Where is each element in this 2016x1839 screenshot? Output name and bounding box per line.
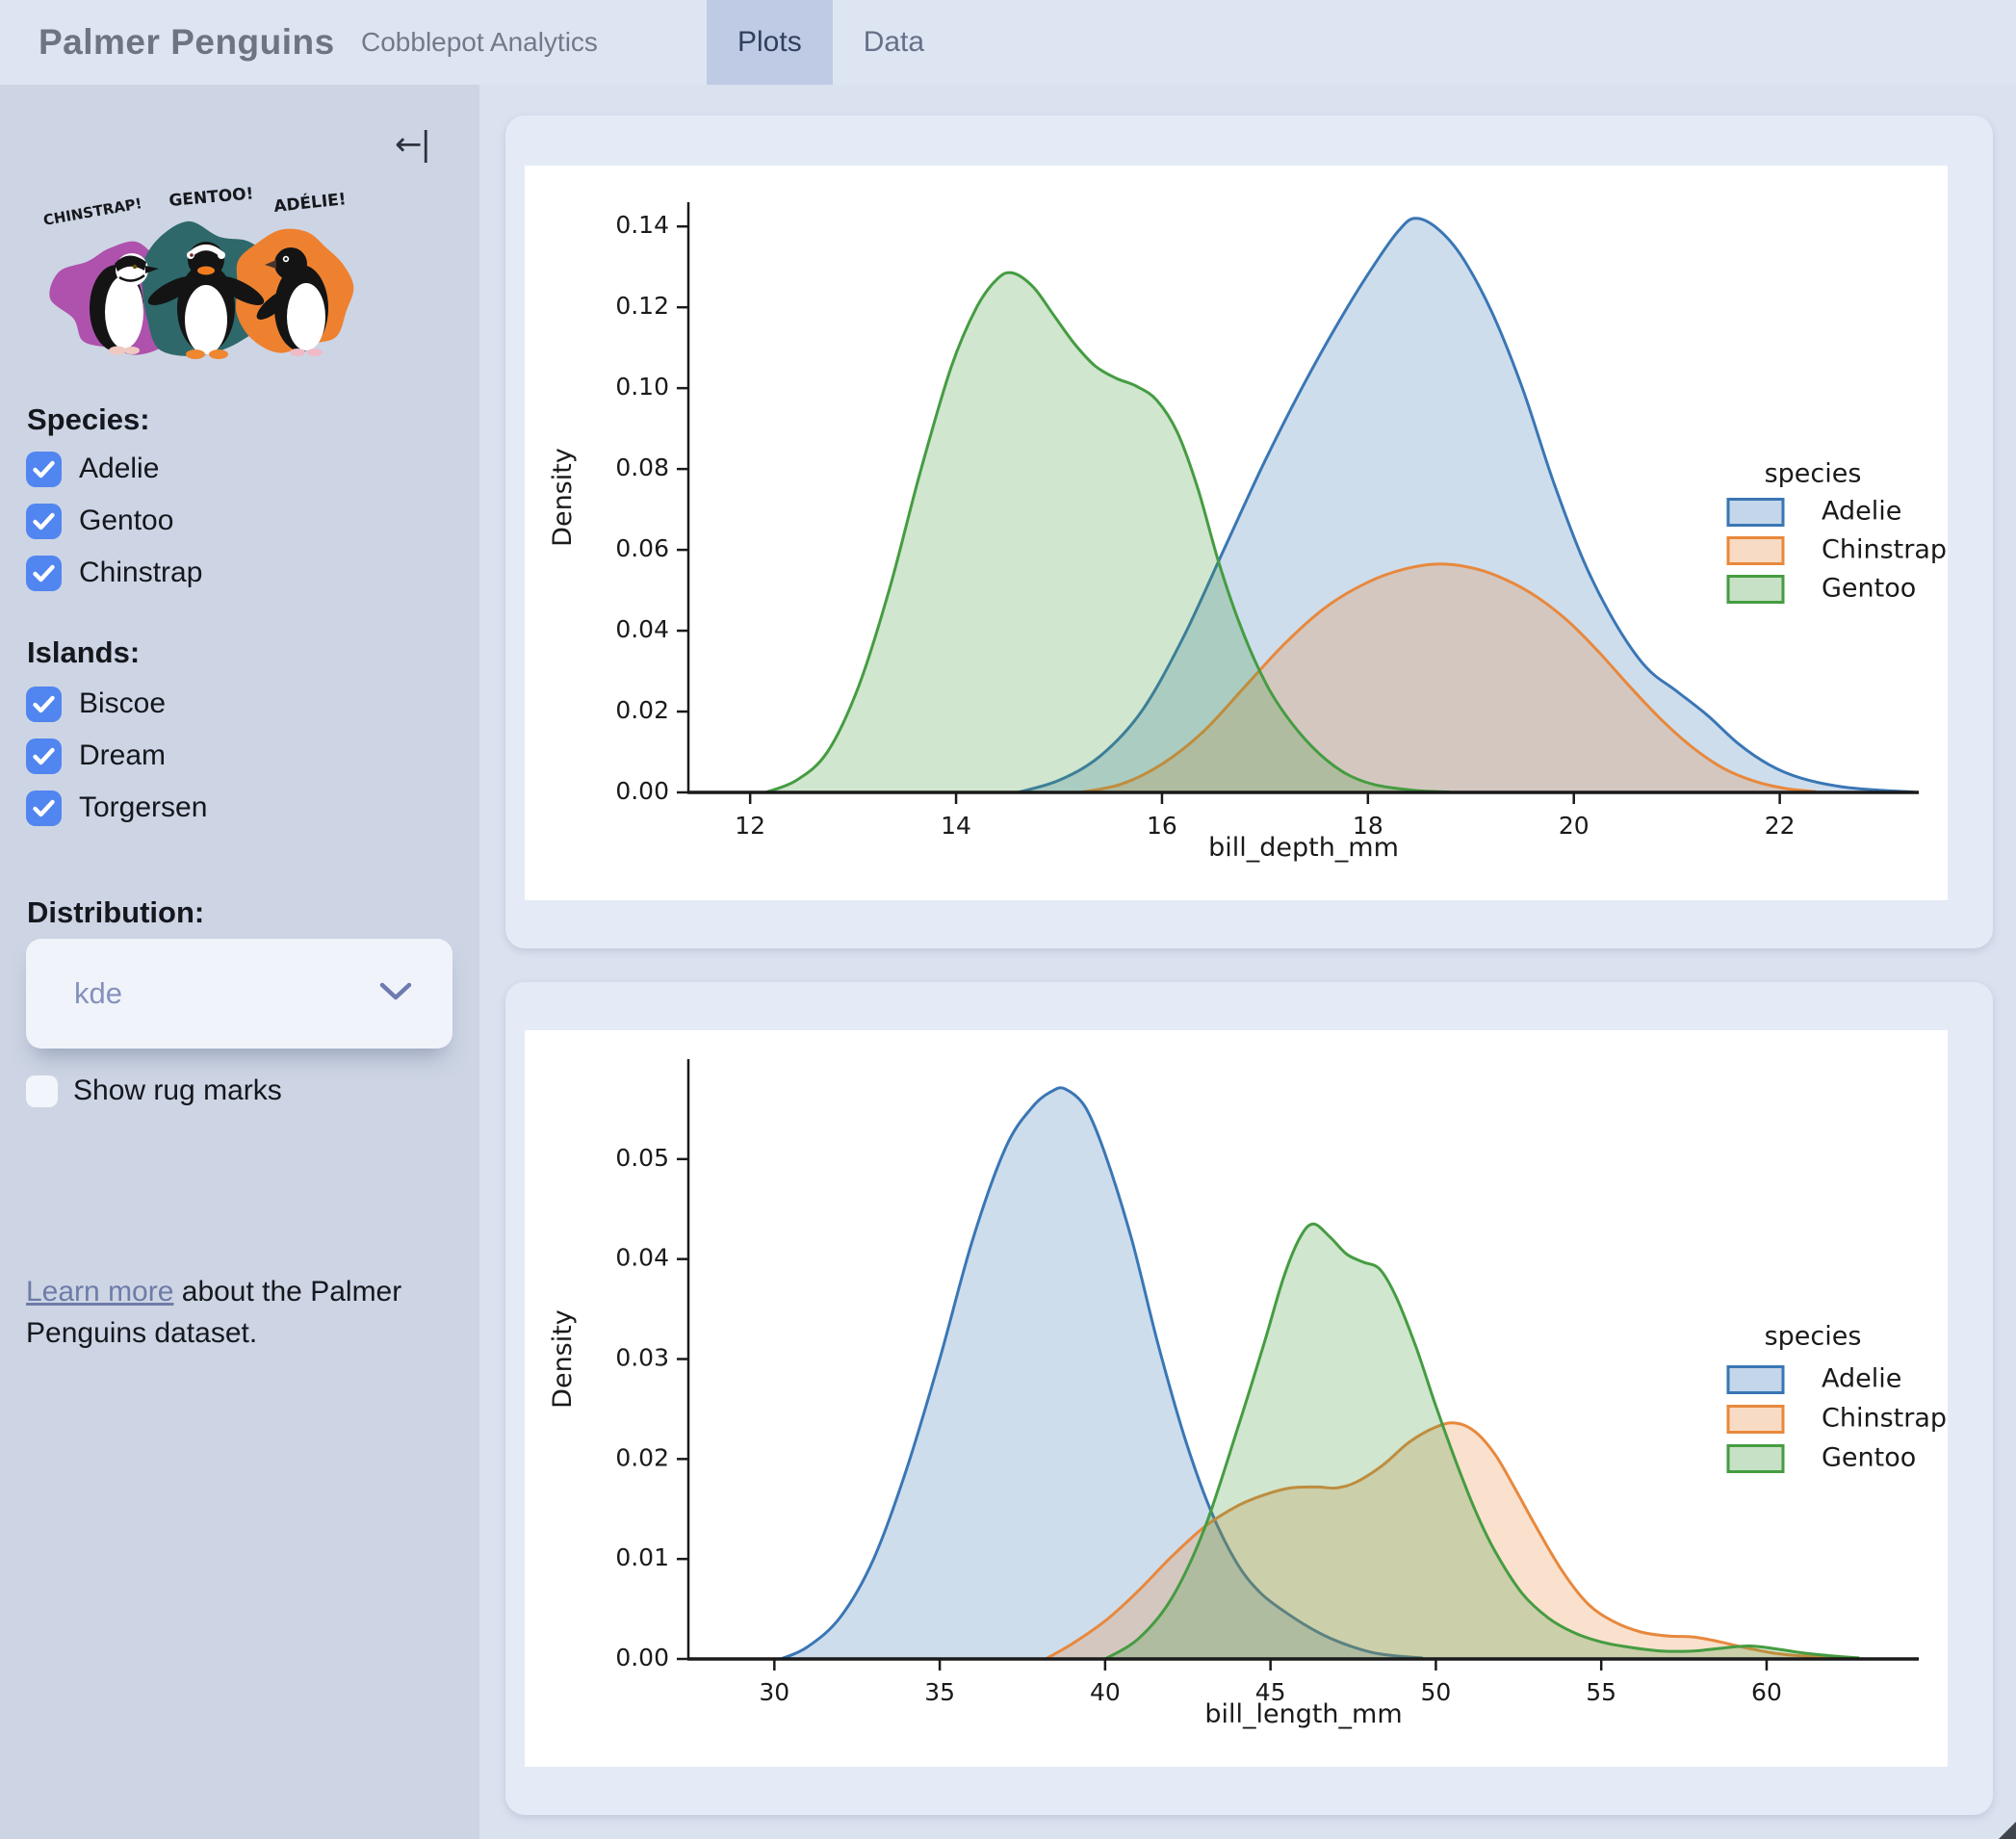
learn-more-link[interactable]: Learn more	[26, 1276, 173, 1308]
distribution-select[interactable]: kde	[26, 939, 452, 1049]
sidebar: ←| CHINSTRAP! GENTOO! ADÉLIE! Species: A…	[0, 85, 479, 1839]
islands-checkbox-biscoe[interactable]: Biscoe	[26, 678, 450, 730]
species-checkbox-chinstrap[interactable]: Chinstrap	[26, 547, 450, 599]
legend-label-gentoo: Gentoo	[1822, 574, 1916, 604]
nav-tabs: Plots Data	[707, 0, 955, 85]
app-header: Palmer Penguins Cobblepot Analytics Plot…	[0, 0, 2016, 85]
sidebar-collapse-icon[interactable]: ←|	[395, 125, 431, 164]
checkbox-checked-icon[interactable]	[26, 686, 62, 722]
y-tick-label: 0.04	[615, 615, 669, 643]
checkbox-label: Dream	[79, 739, 167, 771]
penguins-artwork: CHINSTRAP! GENTOO! ADÉLIE!	[42, 184, 354, 359]
svg-text:ADÉLIE!: ADÉLIE!	[272, 188, 347, 217]
y-tick-label: 0.05	[615, 1144, 669, 1172]
distribution-section-label: Distribution:	[27, 895, 205, 929]
y-tick-label: 0.02	[615, 696, 669, 724]
x-tick-label: 55	[1586, 1678, 1616, 1706]
legend-swatch-chinstrap	[1726, 1405, 1785, 1434]
x-tick-label: 50	[1421, 1678, 1452, 1706]
rug-marks-checkbox[interactable]	[26, 1075, 58, 1107]
x-tick-label: 30	[759, 1678, 789, 1706]
x-axis-label: bill_length_mm	[1204, 1699, 1402, 1729]
y-tick-label: 0.00	[615, 1644, 669, 1671]
kde-bill-depth-svg: 12 14 16 18 20 220.000.020.040.060.080.100.12…	[548, 202, 1947, 863]
x-tick-label: 35	[924, 1678, 955, 1706]
checkbox-checked-icon[interactable]	[26, 503, 62, 539]
kde-plot-bill-length: 30 35 40 45 50 55 60 0.00 0.01 0.02 0.03 0.04 0.05 bi…	[525, 1030, 1948, 1767]
species-section-label: Species:	[27, 402, 150, 436]
legend-label-adelie: Adelie	[1822, 1364, 1901, 1394]
checkbox-checked-icon[interactable]	[26, 451, 62, 487]
y-axis-label: Density	[548, 1309, 578, 1409]
species-checkbox-group: Adelie Gentoo Chinstrap	[26, 443, 450, 599]
species-checkbox-gentoo[interactable]: Gentoo	[26, 495, 450, 547]
checkbox-label: Chinstrap	[79, 557, 203, 588]
x-tick-label: 40	[1090, 1678, 1121, 1706]
islands-section-label: Islands:	[27, 635, 141, 669]
legend-label-adelie: Adelie	[1822, 497, 1901, 527]
y-tick-label: 0.14	[615, 211, 669, 239]
species-checkbox-adelie[interactable]: Adelie	[26, 443, 450, 495]
y-tick-label: 0.04	[615, 1244, 669, 1272]
svg-text:GENTOO!: GENTOO!	[168, 184, 254, 211]
y-tick-label: 0.10	[615, 373, 669, 401]
palmer-penguins-app: { "header": { "title": "Palmer Penguins"…	[0, 0, 2016, 1839]
x-tick-label: 16	[1147, 812, 1177, 840]
y-tick-label: 0.00	[615, 777, 669, 805]
chevron-down-icon	[379, 982, 412, 1000]
islands-checkbox-dream[interactable]: Dream	[26, 730, 450, 782]
kde-bill-length-svg: 30 35 40 45 50 55 600.000.010.020.030.040.05bi…	[548, 1059, 1947, 1729]
svg-text:CHINSTRAP!: CHINSTRAP!	[42, 194, 143, 229]
legend-label-chinstrap: Chinstrap	[1822, 1404, 1947, 1434]
islands-checkbox-group: Biscoe Dream Torgersen	[26, 678, 450, 834]
legend-title: species	[1765, 459, 1862, 489]
legend-swatch-gentoo	[1726, 575, 1785, 604]
tab-data[interactable]: Data	[833, 0, 955, 85]
y-axis-label: Density	[548, 448, 578, 547]
y-tick-label: 0.01	[615, 1543, 669, 1571]
legend-swatch-adelie	[1726, 498, 1785, 527]
checkbox-label: Biscoe	[79, 687, 167, 719]
legend-swatch-chinstrap	[1726, 536, 1785, 565]
x-tick-label: 12	[735, 812, 765, 840]
y-tick-label: 0.02	[615, 1443, 669, 1471]
sidebar-footer-text: Learn more about the Palmer Penguins dat…	[26, 1271, 430, 1354]
x-tick-label: 20	[1559, 812, 1590, 840]
checkbox-checked-icon[interactable]	[26, 790, 62, 826]
tab-plots[interactable]: Plots	[707, 0, 833, 85]
y-tick-label: 0.03	[615, 1344, 669, 1372]
bill-length-plot-card: 30 35 40 45 50 55 60 0.00 0.01 0.02 0.03 0.04 0.05 bi…	[505, 982, 1993, 1815]
legend-title: species	[1765, 1322, 1862, 1352]
legend-swatch-gentoo	[1726, 1444, 1785, 1473]
checkbox-label: Gentoo	[79, 505, 174, 536]
x-tick-label: 60	[1751, 1678, 1782, 1706]
app-title: Palmer Penguins	[39, 22, 335, 62]
y-tick-label: 0.08	[615, 453, 669, 481]
x-axis-label: bill_depth_mm	[1208, 833, 1399, 863]
checkbox-label: Adelie	[79, 453, 160, 484]
app-subtitle: Cobblepot Analytics	[361, 27, 598, 57]
x-tick-label: 14	[941, 812, 971, 840]
islands-checkbox-torgersen[interactable]: Torgersen	[26, 782, 450, 834]
y-tick-label: 0.06	[615, 534, 669, 562]
checkbox-label: Torgersen	[79, 791, 208, 823]
x-tick-label: 22	[1765, 812, 1796, 840]
legend-swatch-adelie	[1726, 1365, 1785, 1394]
checkbox-checked-icon[interactable]	[26, 738, 62, 774]
legend-label-gentoo: Gentoo	[1822, 1443, 1916, 1473]
y-tick-label: 0.12	[615, 292, 669, 320]
legend-label-chinstrap: Chinstrap	[1822, 535, 1947, 565]
rug-marks-label: Show rug marks	[73, 1075, 282, 1106]
distribution-selected-value: kde	[74, 976, 122, 1010]
rug-marks-checkbox-row[interactable]: Show rug marks	[26, 1075, 282, 1107]
window-resize-grip[interactable]	[1999, 1822, 2016, 1839]
kde-plot-bill-depth: 12 14 16 18 20 22 0.00 0.02 0.04 0.06 0.08 0.10 0.12…	[525, 166, 1948, 900]
bill-depth-plot-card: 12 14 16 18 20 22 0.00 0.02 0.04 0.06 0.08 0.10 0.12…	[505, 116, 1993, 948]
checkbox-checked-icon[interactable]	[26, 555, 62, 591]
